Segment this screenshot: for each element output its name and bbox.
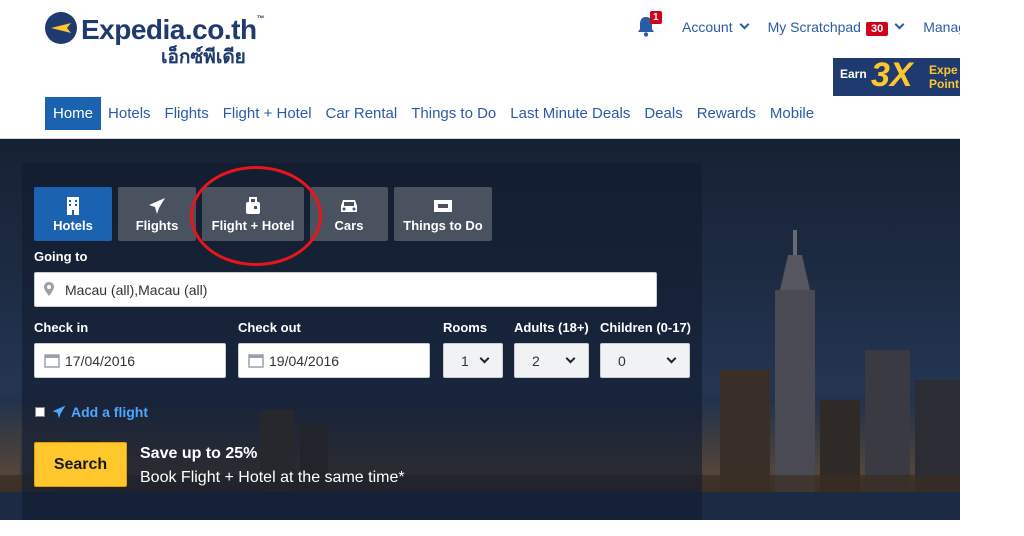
add-flight-checkbox[interactable] [35, 407, 45, 417]
plane-icon [52, 405, 66, 419]
manage-menu[interactable]: Manage [923, 19, 960, 35]
globe-plane-icon [45, 12, 77, 44]
add-flight-toggle[interactable]: Add a flight [35, 404, 148, 420]
check-in-value: 17/04/2016 [65, 353, 136, 369]
adults-select[interactable]: 2 [514, 343, 589, 378]
nav-hotels[interactable]: Hotels [101, 97, 158, 130]
tab-hotels-label: Hotels [53, 218, 93, 233]
check-in-label: Check in [34, 320, 89, 335]
hero-city-background: Hotels Flights Flight + Hotel Cars Thing… [0, 139, 960, 520]
promo-multiplier: 3X [871, 58, 913, 94]
tab-flight-hotel-label: Flight + Hotel [211, 218, 295, 233]
save-promo-subtitle: Book Flight + Hotel at the same time* [140, 469, 405, 486]
nav-home[interactable]: Home [45, 97, 102, 130]
check-out-label: Check out [238, 320, 301, 335]
nav-things-to-do[interactable]: Things to Do [404, 97, 503, 130]
account-label: Account [682, 19, 733, 35]
hotel-icon [67, 197, 79, 215]
search-button[interactable]: Search [34, 442, 127, 487]
tab-flights-label: Flights [135, 218, 179, 233]
chevron-down-icon [666, 353, 677, 364]
tab-things-to-do[interactable]: Things to Do [394, 187, 492, 241]
car-icon [341, 200, 357, 212]
page: Expedia.co.th™ เอ็กซ์พีเดีย 1 Account My… [0, 0, 1024, 536]
chevron-down-icon [739, 19, 750, 30]
scratchpad-menu[interactable]: My Scratchpad 30 [767, 19, 924, 36]
promo-earn-text: Earn [840, 67, 867, 81]
destination-value: Macau (all),Macau (all) [65, 282, 208, 298]
children-value: 0 [618, 353, 626, 369]
tab-cars-label: Cars [334, 218, 364, 233]
chevron-down-icon [565, 353, 576, 364]
luggage-icon [246, 197, 260, 214]
check-in-input[interactable]: 17/04/2016 [34, 343, 226, 378]
search-panel: Hotels Flights Flight + Hotel Cars Thing… [22, 163, 702, 520]
rooms-value: 1 [461, 353, 469, 369]
notification-count-badge: 1 [650, 11, 662, 24]
tab-cars[interactable]: Cars [310, 187, 388, 241]
expedia-logo[interactable]: Expedia.co.th™ เอ็กซ์พีเดีย [45, 12, 265, 68]
utility-bar: 1 Account My Scratchpad 30 Manage [636, 11, 960, 40]
check-out-input[interactable]: 19/04/2016 [238, 343, 430, 378]
adults-label: Adults (18+) [514, 320, 589, 335]
check-out-value: 19/04/2016 [269, 353, 340, 369]
nav-last-minute-deals[interactable]: Last Minute Deals [503, 97, 637, 130]
ticket-icon [434, 200, 452, 212]
plane-icon [149, 198, 165, 214]
notifications-bell[interactable]: 1 [636, 11, 662, 39]
scratchpad-label: My Scratchpad [767, 19, 861, 35]
children-select[interactable]: 0 [600, 343, 690, 378]
nav-deals[interactable]: Deals [637, 97, 689, 130]
tab-hotels[interactable]: Hotels [34, 187, 112, 241]
chevron-down-icon [894, 19, 905, 30]
rooms-select[interactable]: 1 [443, 343, 503, 378]
going-to-label: Going to [34, 249, 88, 264]
search-tabs: Hotels Flights Flight + Hotel Cars Thing… [34, 187, 498, 241]
rewards-promo-banner[interactable]: Earn 3X Expe Point [833, 58, 960, 96]
adults-value: 2 [532, 353, 540, 369]
tab-things-to-do-label: Things to Do [403, 218, 483, 233]
calendar-icon [44, 354, 60, 368]
account-menu[interactable]: Account [682, 19, 768, 35]
map-pin-icon [44, 282, 54, 296]
scratchpad-count-badge: 30 [865, 22, 889, 36]
nav-flight-hotel[interactable]: Flight + Hotel [216, 97, 319, 130]
destination-input[interactable]: Macau (all),Macau (all) [34, 272, 657, 307]
nav-car-rental[interactable]: Car Rental [319, 97, 405, 130]
expedia-homepage: Expedia.co.th™ เอ็กซ์พีเดีย 1 Account My… [0, 0, 960, 520]
children-label: Children (0-17) [600, 320, 692, 335]
logo-thai-text: เอ็กซ์พีเดีย [161, 47, 246, 68]
rooms-label: Rooms [443, 320, 488, 335]
promo-points-text: Expe Point [929, 63, 959, 91]
tab-flight-hotel[interactable]: Flight + Hotel [202, 187, 304, 241]
main-nav: Home Hotels Flights Flight + Hotel Car R… [45, 97, 821, 130]
save-promo-title: Save up to 25% [140, 445, 258, 462]
add-flight-label: Add a flight [71, 404, 148, 420]
tab-flights[interactable]: Flights [118, 187, 196, 241]
chevron-down-icon [479, 353, 490, 364]
nav-flights[interactable]: Flights [158, 97, 216, 130]
nav-rewards[interactable]: Rewards [690, 97, 763, 130]
nav-mobile[interactable]: Mobile [763, 97, 821, 130]
calendar-icon [248, 354, 264, 368]
